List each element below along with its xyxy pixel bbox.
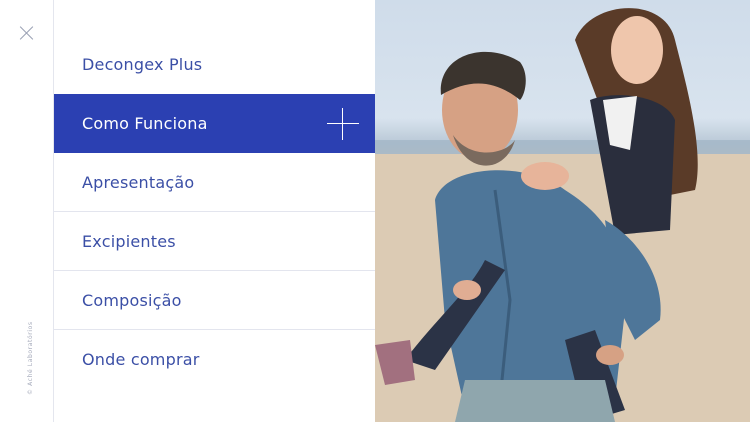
menu-item-excipientes[interactable]: Excipientes (54, 212, 375, 271)
menu-item-label: Apresentação (82, 172, 195, 192)
menu-item-label: Decongex Plus (82, 55, 203, 74)
main-menu: Decongex Plus Como Funciona Apresentação… (54, 35, 375, 389)
close-icon[interactable] (18, 24, 36, 42)
plus-icon[interactable] (327, 108, 359, 140)
menu-item-onde-comprar[interactable]: Onde comprar (54, 330, 375, 389)
menu-item-label: Onde comprar (82, 350, 200, 369)
menu-item-apresentacao[interactable]: Apresentação (54, 153, 375, 212)
menu-item-decongex-plus[interactable]: Decongex Plus (54, 35, 375, 94)
menu-item-composicao[interactable]: Composição (54, 271, 375, 330)
beach-family-illustration (375, 8, 750, 422)
copyright-text: © Aché Laboratórios (27, 321, 34, 395)
hero-photo (375, 0, 750, 422)
menu-item-como-funciona[interactable]: Como Funciona (54, 94, 375, 153)
side-rail: © Aché Laboratórios (0, 0, 54, 422)
menu-overlay: © Aché Laboratórios Decongex Plus Como F… (0, 0, 750, 422)
menu-item-label: Composição (82, 290, 182, 310)
menu-item-label: Como Funciona (82, 114, 208, 133)
menu-item-label: Excipientes (82, 231, 176, 251)
